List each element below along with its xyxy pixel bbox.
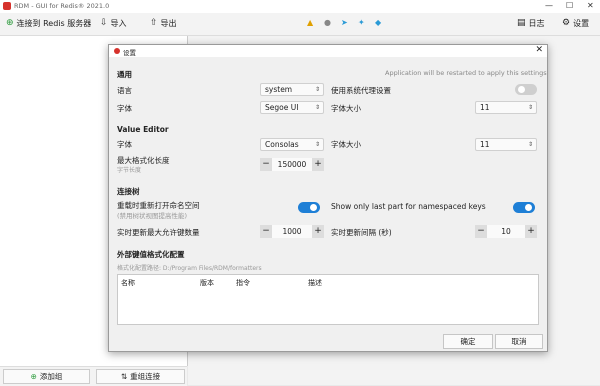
updown-arrow-icon: ⇕ [527, 104, 533, 111]
reopen-hint: (禁用树状视图提高性能) [117, 212, 188, 220]
dialog-title: 设置 [123, 49, 136, 57]
updown-arrow-icon: ⇕ [314, 86, 320, 93]
max-format-stepper[interactable]: − 150000 + [260, 158, 324, 171]
plus-circle-icon: ⊕ [6, 18, 14, 28]
plus-icon[interactable]: + [525, 225, 537, 238]
reorder-icon: ⇅ [120, 372, 128, 381]
font-label: 字体 [117, 104, 132, 113]
window-titlebar: RDM - GUI for Redis® 2021.0 — ☐ ✕ [0, 0, 600, 14]
proxy-toggle[interactable] [515, 84, 537, 95]
language-select[interactable]: system ⇕ [260, 83, 324, 96]
column-header: 版本 [200, 279, 214, 287]
dialog-close-icon[interactable]: ✕ [535, 45, 543, 55]
ns-last-part-label: Show only last part for namespaced keys [331, 202, 486, 211]
minus-icon[interactable]: − [475, 225, 487, 238]
general-heading: 通用 [117, 70, 132, 79]
plus-icon[interactable]: + [312, 225, 324, 238]
updown-arrow-icon: ⇕ [314, 104, 320, 111]
connections-heading: 连接树 [117, 187, 140, 196]
dialog-titlebar: 设置 ✕ [109, 45, 547, 57]
connect-button[interactable]: ⊕ 连接到 Redis 服务器 [6, 18, 91, 29]
max-keys-label: 实时更新最大允许键数量 [117, 228, 200, 237]
minimize-icon[interactable]: — [545, 1, 553, 10]
gear-icon: ⚙ [562, 18, 571, 28]
app-logo-icon [3, 2, 11, 10]
close-icon[interactable]: ✕ [587, 1, 594, 10]
log-icon: ▤ [517, 18, 526, 28]
import-button[interactable]: ⇩ 导入 [100, 18, 127, 29]
main-toolbar: ⊕ 连接到 Redis 服务器 ⇩ 导入 ⇧ 导出 ▲ ● ➤ ✦ ◆ ▤ 日志… [0, 13, 600, 36]
ns-last-part-toggle[interactable] [513, 202, 535, 213]
max-keys-stepper[interactable]: − 1000 + [260, 225, 324, 238]
ok-button[interactable]: 确定 [443, 334, 493, 349]
formatters-heading: 外部键值格式化配置 [117, 250, 185, 259]
editor-font-size-label: 字体大小 [331, 140, 361, 149]
restart-notice: Application will be restarted to apply t… [385, 69, 547, 77]
updown-arrow-icon: ⇕ [527, 141, 533, 148]
updown-arrow-icon: ⇕ [314, 141, 320, 148]
settings-button[interactable]: ⚙ 设置 [562, 18, 589, 29]
twitter-icon[interactable]: ✦ [358, 18, 365, 27]
font-select[interactable]: Segoe UI ⇕ [260, 101, 324, 114]
log-button[interactable]: ▤ 日志 [517, 18, 545, 29]
font-size-label: 字体大小 [331, 104, 361, 113]
formatters-path: 格式化配置路径: D:/Program Files/RDM/formatters [117, 265, 262, 272]
reopen-toggle[interactable] [298, 202, 320, 213]
app-logo-icon [114, 48, 120, 54]
value-editor-heading: Value Editor [117, 125, 169, 134]
reorder-connections-button[interactable]: ⇅ 重组连接 [96, 369, 185, 384]
window-title: RDM - GUI for Redis® 2021.0 [14, 2, 110, 10]
chat-icon[interactable]: ◆ [375, 18, 381, 27]
live-interval-stepper[interactable]: − 10 + [475, 225, 537, 238]
export-button[interactable]: ⇧ 导出 [150, 18, 177, 29]
minus-icon[interactable]: − [260, 225, 272, 238]
editor-font-select[interactable]: Consolas ⇕ [260, 138, 324, 151]
maximize-icon[interactable]: ☐ [566, 1, 573, 10]
warning-icon[interactable]: ▲ [307, 18, 313, 27]
settings-dialog: 设置 ✕ 通用 Application will be restarted to… [108, 44, 548, 352]
column-header: 描述 [308, 279, 322, 287]
import-icon: ⇩ [100, 18, 108, 28]
font-size-select[interactable]: 11 ⇕ [475, 101, 537, 114]
plus-icon[interactable]: + [312, 158, 324, 171]
github-icon[interactable]: ● [324, 18, 331, 27]
editor-font-size-select[interactable]: 11 ⇕ [475, 138, 537, 151]
export-icon: ⇧ [150, 18, 158, 28]
proxy-label: 使用系统代理设置 [331, 86, 391, 95]
column-header: 名称 [121, 279, 135, 287]
add-group-button[interactable]: ⊕ 添加组 [3, 369, 90, 384]
live-interval-label: 实时更新间隔 (秒) [331, 228, 392, 237]
cancel-button[interactable]: 取消 [495, 334, 543, 349]
column-header: 指令 [236, 279, 250, 287]
max-format-hint: 字节长度 [117, 167, 142, 174]
plus-circle-icon: ⊕ [30, 372, 37, 381]
sidebar-bottom-bar: ⊕ 添加组 ⇅ 重组连接 [0, 366, 187, 386]
formatters-table[interactable]: 名称 版本 指令 描述 [117, 274, 539, 325]
language-label: 语言 [117, 86, 132, 95]
editor-font-label: 字体 [117, 140, 132, 149]
minus-icon[interactable]: − [260, 158, 272, 171]
telegram-icon[interactable]: ➤ [341, 18, 348, 27]
